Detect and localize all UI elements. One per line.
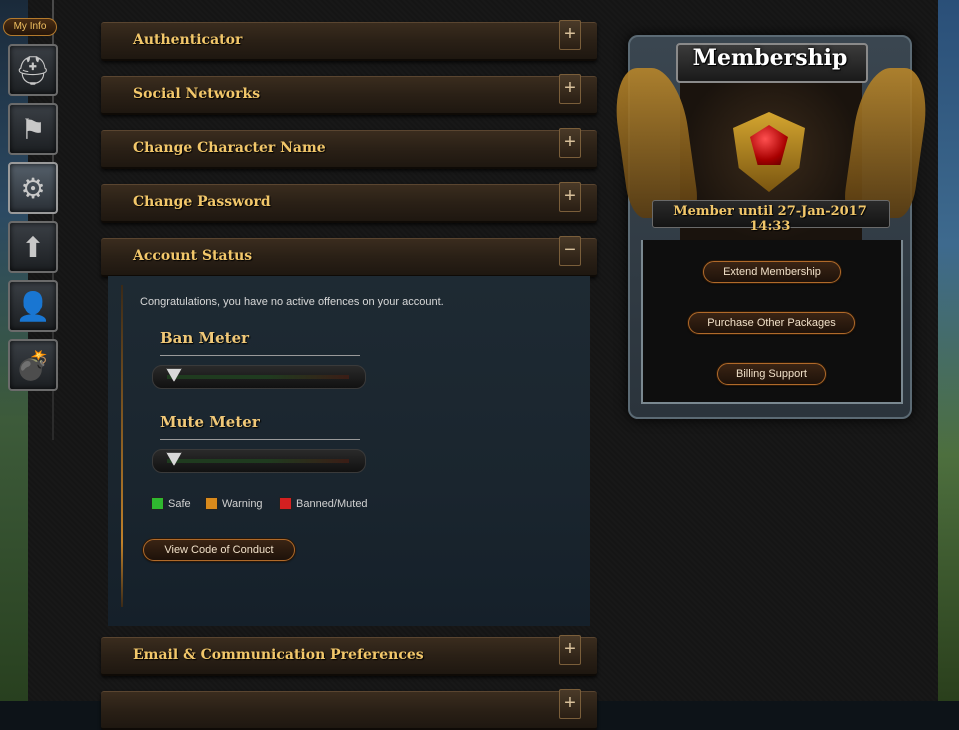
accordion-change-password[interactable]: Change Password +: [101, 182, 597, 223]
view-code-of-conduct-button[interactable]: View Code of Conduct: [143, 539, 295, 561]
account-status-message: Congratulations, you have no active offe…: [140, 296, 444, 308]
billing-support-button[interactable]: Billing Support: [717, 363, 826, 385]
expand-plus-icon[interactable]: +: [559, 689, 581, 719]
accordion-change-character-name[interactable]: Change Character Name +: [101, 128, 597, 169]
legend-banned-muted: Banned/Muted: [279, 497, 368, 510]
ban-meter-bar: [152, 365, 366, 389]
legend-label: Safe: [168, 497, 191, 510]
accordion-title: Change Password: [133, 194, 271, 210]
legend-warning: Warning: [205, 497, 263, 510]
legend-safe: Safe: [151, 497, 191, 510]
mute-meter-title: Mute Meter: [160, 413, 260, 431]
ban-meter-title: Ban Meter: [160, 329, 250, 347]
extend-membership-button[interactable]: Extend Membership: [703, 261, 841, 283]
legend-swatch-warning: [205, 497, 218, 510]
background-landscape-right: [937, 0, 959, 701]
mute-meter-rule: [160, 439, 360, 440]
member-until-text: Member until 27-Jan-2017 14:33: [673, 204, 867, 234]
expand-plus-icon[interactable]: +: [559, 182, 581, 212]
sidebar-item-bomb[interactable]: 💣: [8, 339, 58, 391]
legend-swatch-safe: [151, 497, 164, 510]
bomb-icon: 💣: [15, 349, 51, 381]
accordion-next-section[interactable]: +: [101, 689, 597, 730]
accordion-title: Email & Communication Preferences: [133, 647, 424, 663]
accordion-title: Account Status: [133, 248, 253, 264]
sidebar-item-add-friend[interactable]: 👤: [8, 280, 58, 332]
upgrade-arrow-icon: ⬆: [21, 231, 45, 263]
mute-meter-track: [167, 459, 349, 463]
accordion-title: Social Networks: [133, 86, 261, 102]
helmet-icon: ⛑: [15, 54, 51, 86]
sidebar-item-character[interactable]: ⛑: [8, 44, 58, 96]
legend-label: Warning: [222, 497, 263, 510]
sidebar-item-clan[interactable]: ⚑: [8, 103, 58, 155]
expand-plus-icon[interactable]: +: [559, 128, 581, 158]
expand-plus-icon[interactable]: +: [559, 635, 581, 665]
ban-meter-rule: [160, 355, 360, 356]
accordion-authenticator[interactable]: Authenticator +: [101, 20, 597, 61]
mute-meter-bar: [152, 449, 366, 473]
sidebar-item-settings[interactable]: ⚙: [8, 162, 58, 214]
legend-swatch-banned: [279, 497, 292, 510]
accordion-account-status[interactable]: Account Status −: [101, 236, 597, 277]
sidebar-item-upgrade[interactable]: ⬆: [8, 221, 58, 273]
banner-icon: ⚑: [20, 113, 46, 145]
expand-plus-icon[interactable]: +: [559, 20, 581, 50]
accordion-email-preferences[interactable]: Email & Communication Preferences +: [101, 635, 597, 676]
expand-plus-icon[interactable]: +: [559, 74, 581, 104]
accordion-social-networks[interactable]: Social Networks +: [101, 74, 597, 115]
collapse-minus-icon[interactable]: −: [559, 236, 581, 266]
ban-meter-track: [167, 375, 349, 379]
accordion-title: Authenticator: [133, 32, 243, 48]
decorative-vertical-line: [121, 285, 123, 607]
legend-label: Banned/Muted: [296, 497, 368, 510]
accordion-title: Change Character Name: [133, 140, 326, 156]
membership-title: Membership: [692, 45, 848, 71]
purchase-other-packages-button[interactable]: Purchase Other Packages: [688, 312, 855, 334]
gear-icon: ⚙: [20, 172, 46, 204]
my-info-tab[interactable]: My Info: [3, 18, 57, 36]
add-friend-icon: 👤: [15, 290, 51, 322]
